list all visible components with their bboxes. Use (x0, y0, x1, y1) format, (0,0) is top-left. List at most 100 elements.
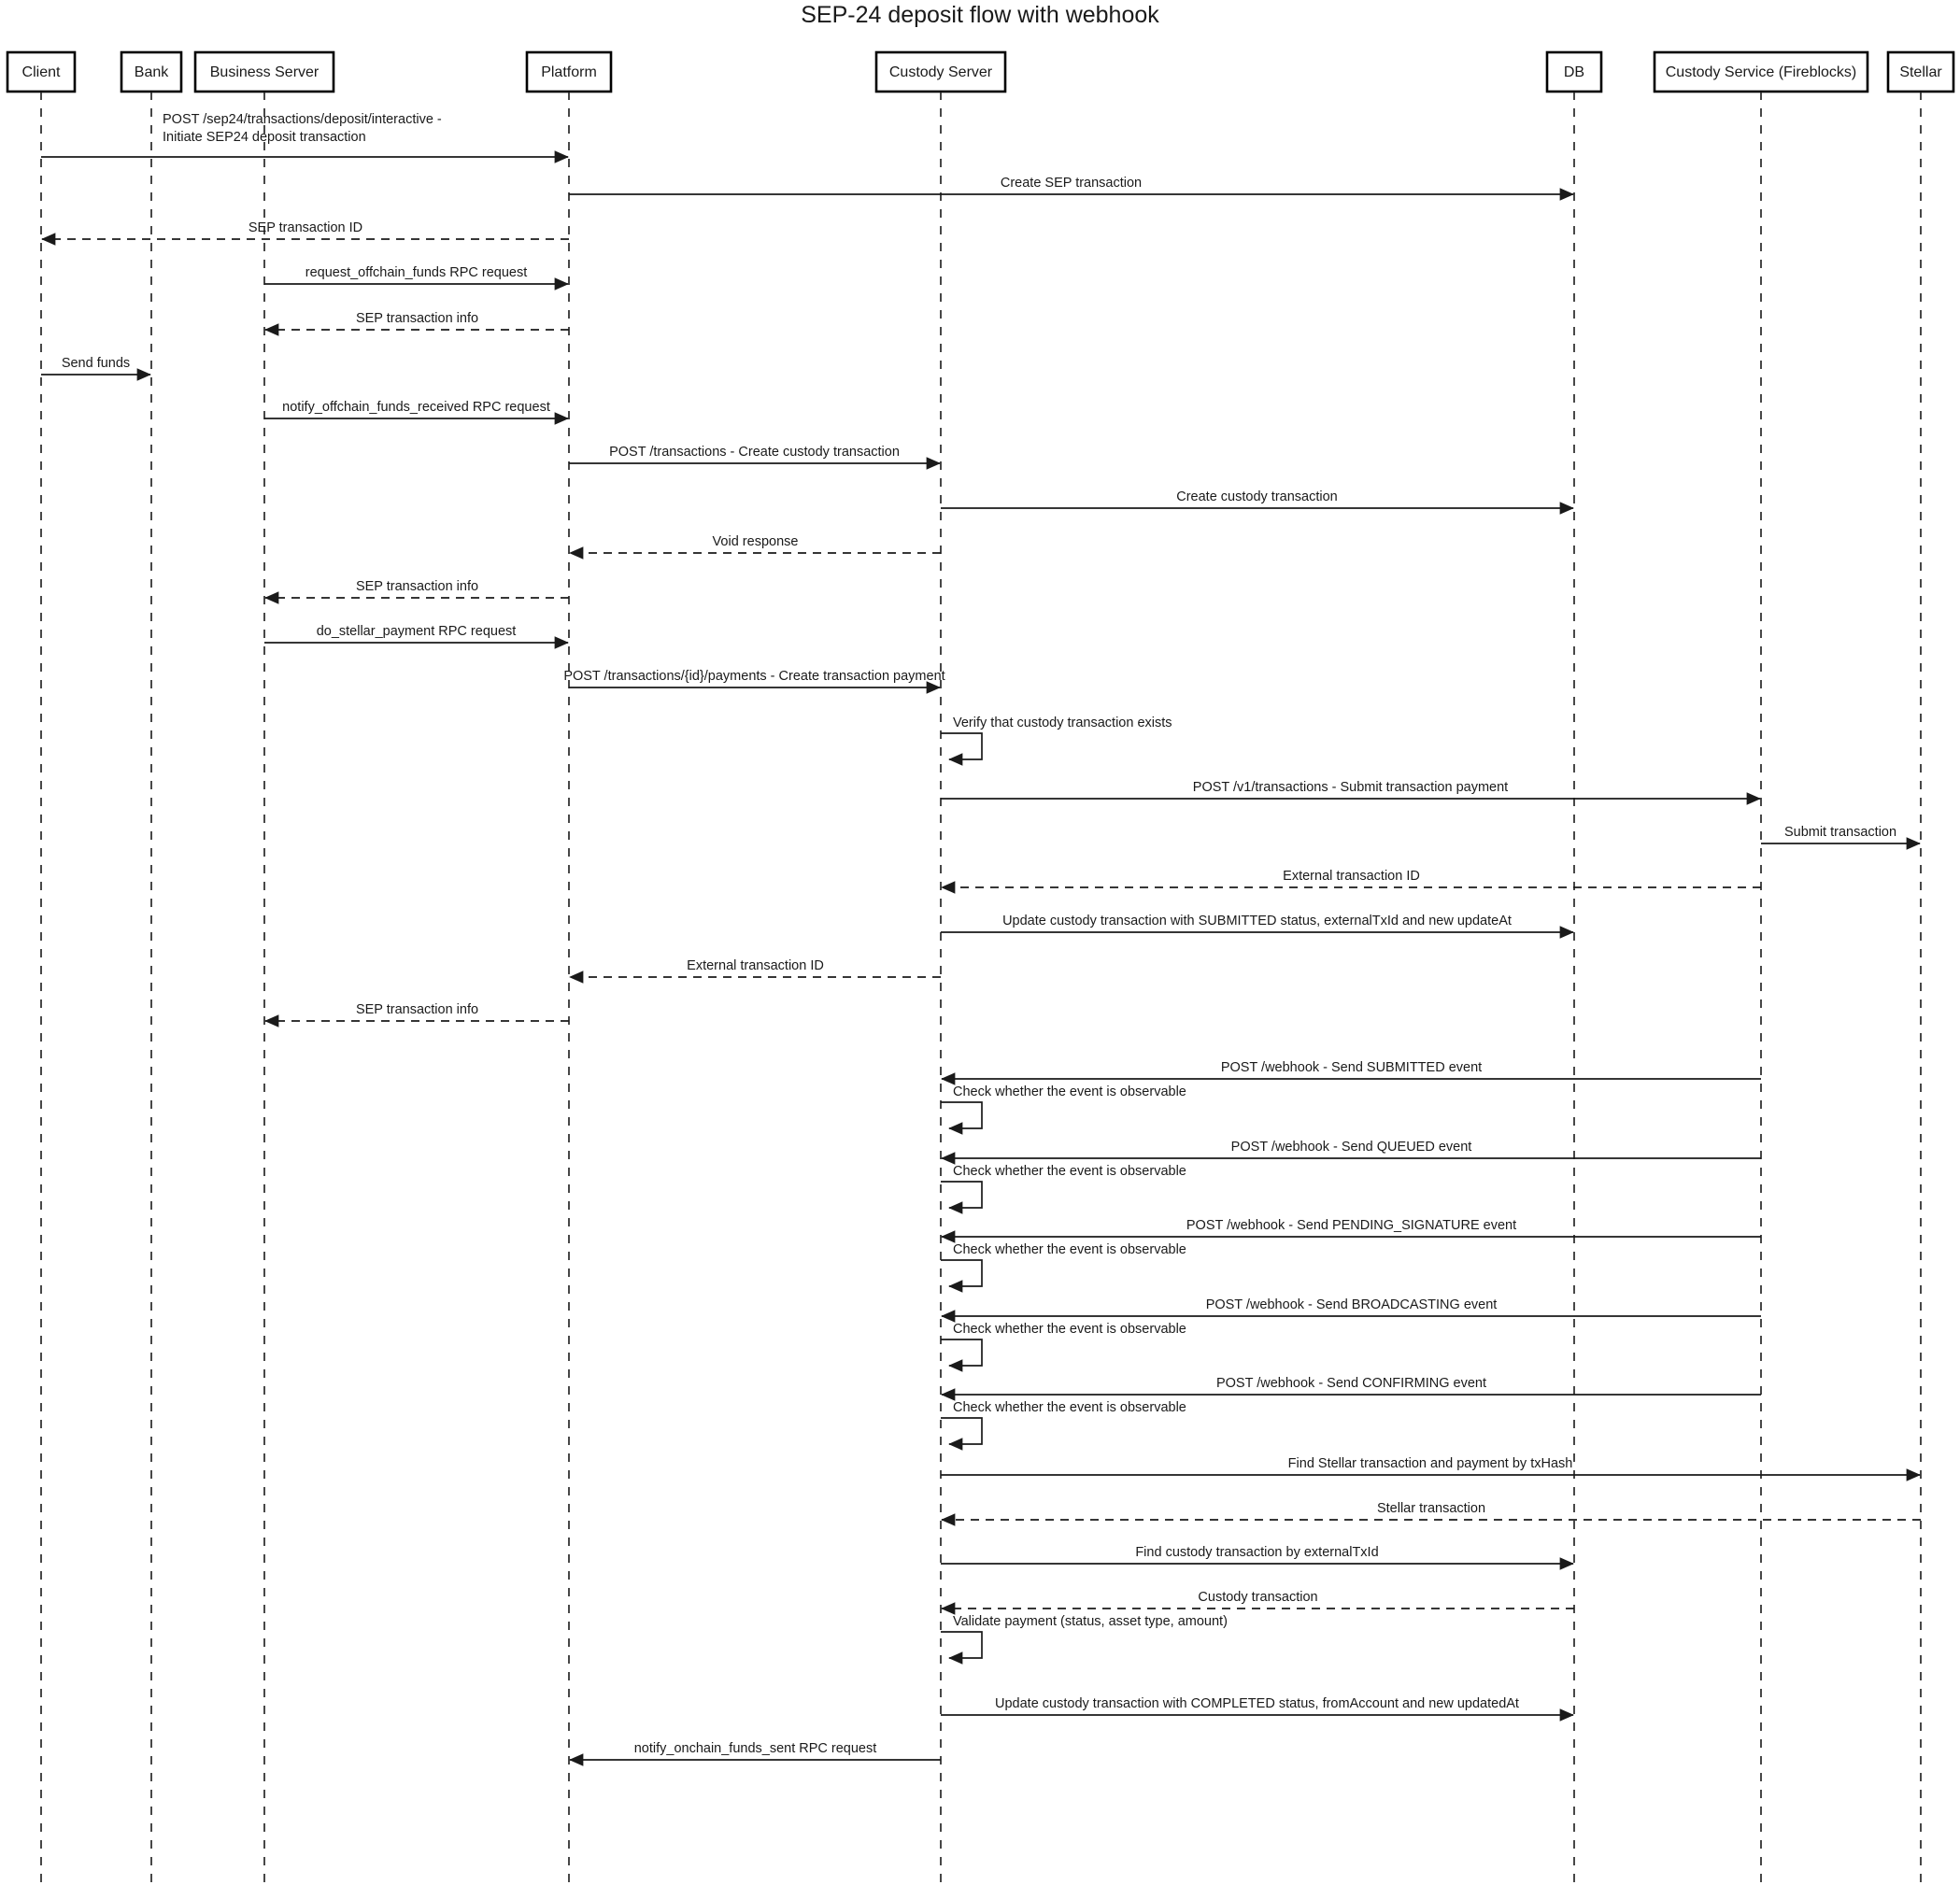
message-label: POST /sep24/transactions/deposit/interac… (163, 112, 442, 127)
self-message-arrow (941, 1181, 983, 1214)
actor-label-platform: Platform (541, 64, 597, 80)
message-label: POST /transactions/{id}/payments - Creat… (563, 669, 944, 684)
sequence-diagram-svg: SEP-24 deposit flow with webhook Client B… (6, 2, 1955, 1885)
actor-label-client: Client (22, 64, 61, 80)
message-m16[interactable]: Submit transaction (1761, 825, 1921, 850)
self-message-arrow (941, 1631, 983, 1665)
message-label: POST /webhook - Send BROADCASTING event (1206, 1297, 1498, 1312)
actor-label-bank: Bank (135, 64, 169, 80)
actor-bank[interactable]: Bank (120, 50, 183, 93)
message-label: Find Stellar transaction and payment by … (1288, 1456, 1573, 1471)
message-label: Stellar transaction (1377, 1501, 1485, 1516)
sequence-diagram-canvas: SEP-24 deposit flow with webhook Client B… (0, 0, 1960, 1885)
message-m15[interactable]: POST /v1/transactions - Submit transacti… (941, 780, 1761, 805)
message-label: Update custody transaction with SUBMITTE… (1002, 914, 1512, 928)
message-m19[interactable]: External transaction ID (569, 958, 941, 984)
message-m13[interactable]: POST /transactions/{id}/payments - Creat… (563, 669, 945, 694)
message-label: Update custody transaction with COMPLETE… (995, 1696, 1519, 1711)
message-label: Find custody transaction by externalTxId (1135, 1545, 1378, 1560)
message-label: Create SEP transaction (1001, 176, 1142, 191)
message-label: Create custody transaction (1176, 489, 1337, 504)
message-m33[interactable]: Find custody transaction by externalTxId (941, 1545, 1574, 1570)
message-m31[interactable]: Find Stellar transaction and payment by … (941, 1456, 1921, 1481)
message-label: POST /webhook - Send QUEUED event (1231, 1140, 1472, 1155)
actor-header-group: Client Bank Business Server Platform Custody… (6, 50, 1955, 93)
message-label: SEP transaction info (356, 1002, 478, 1017)
message-label: notify_offchain_funds_received RPC reque… (282, 400, 550, 415)
message-label-line2: Initiate SEP24 deposit transaction (163, 130, 366, 145)
message-m23[interactable]: POST /webhook - Send QUEUED event (941, 1140, 1761, 1165)
message-label: request_offchain_funds RPC request (305, 265, 528, 280)
message-m32[interactable]: Stellar transaction (941, 1501, 1921, 1526)
message-label: Check whether the event is observable (953, 1084, 1186, 1099)
message-m30[interactable]: Check whether the event is observable (941, 1400, 1186, 1451)
message-m14[interactable]: Verify that custody transaction exists (941, 716, 1172, 766)
message-label: POST /webhook - Send CONFIRMING event (1216, 1376, 1486, 1391)
message-m22[interactable]: Check whether the event is observable (941, 1084, 1186, 1135)
actor-db[interactable]: DB (1545, 50, 1603, 93)
message-label: Send funds (62, 356, 130, 371)
page-title: SEP-24 deposit flow with webhook (801, 2, 1159, 28)
actor-label-fireblocks: Custody Service (Fireblocks) (1666, 64, 1857, 80)
actor-label-custody: Custody Server (889, 64, 993, 80)
message-label: Custody transaction (1198, 1590, 1317, 1605)
message-label: notify_onchain_funds_sent RPC request (634, 1741, 877, 1756)
self-message-arrow (941, 1339, 983, 1372)
message-m35[interactable]: Validate payment (status, asset type, am… (941, 1614, 1228, 1665)
actor-label-stellar: Stellar (1899, 64, 1942, 80)
message-label: External transaction ID (1283, 869, 1420, 884)
message-m26[interactable]: Check whether the event is observable (941, 1242, 1186, 1293)
message-group: POST /sep24/transactions/deposit/interac… (41, 112, 1921, 1766)
message-m7[interactable]: notify_offchain_funds_received RPC reque… (264, 400, 569, 425)
message-label: Check whether the event is observable (953, 1164, 1186, 1179)
message-m36[interactable]: Update custody transaction with COMPLETE… (941, 1696, 1574, 1722)
message-m24[interactable]: Check whether the event is observable (941, 1164, 1186, 1214)
actor-stellar[interactable]: Stellar (1886, 50, 1955, 93)
message-m3[interactable]: SEP transaction ID (41, 220, 569, 246)
message-m18[interactable]: Update custody transaction with SUBMITTE… (941, 914, 1574, 939)
message-m21[interactable]: POST /webhook - Send SUBMITTED event (941, 1060, 1761, 1085)
message-label: POST /transactions - Create custody tran… (609, 445, 900, 460)
message-m20[interactable]: SEP transaction info (264, 1002, 569, 1028)
message-label: Submit transaction (1784, 825, 1896, 840)
self-message-arrow (941, 1101, 983, 1135)
message-m37[interactable]: notify_onchain_funds_sent RPC request (569, 1741, 941, 1766)
self-message-arrow (941, 1417, 983, 1451)
message-m12[interactable]: do_stellar_payment RPC request (264, 624, 569, 649)
message-m11[interactable]: SEP transaction info (264, 579, 569, 604)
actor-label-business: Business Server (210, 64, 320, 80)
message-m2[interactable]: Create SEP transaction (569, 176, 1574, 201)
message-m28[interactable]: Check whether the event is observable (941, 1322, 1186, 1372)
message-m34[interactable]: Custody transaction (941, 1590, 1574, 1615)
message-label: do_stellar_payment RPC request (317, 624, 517, 639)
actor-custody[interactable]: Custody Server (874, 50, 1007, 93)
message-label: POST /webhook - Send SUBMITTED event (1221, 1060, 1482, 1075)
message-m25[interactable]: POST /webhook - Send PENDING_SIGNATURE e… (941, 1218, 1761, 1243)
message-m4[interactable]: request_offchain_funds RPC request (264, 265, 569, 291)
message-label: Validate payment (status, asset type, am… (953, 1614, 1228, 1629)
message-label: Check whether the event is observable (953, 1242, 1186, 1257)
message-label: POST /webhook - Send PENDING_SIGNATURE e… (1186, 1218, 1516, 1233)
message-m5[interactable]: SEP transaction info (264, 311, 569, 336)
actor-business[interactable]: Business Server (193, 50, 335, 93)
message-m29[interactable]: POST /webhook - Send CONFIRMING event (941, 1376, 1761, 1401)
message-label: Check whether the event is observable (953, 1400, 1186, 1415)
message-m1[interactable]: POST /sep24/transactions/deposit/interac… (41, 112, 569, 163)
actor-client[interactable]: Client (6, 50, 77, 93)
message-label: SEP transaction info (356, 311, 478, 326)
actor-label-db: DB (1564, 64, 1584, 80)
actor-fireblocks[interactable]: Custody Service (Fireblocks) (1653, 50, 1869, 93)
message-m9[interactable]: Create custody transaction (941, 489, 1574, 515)
message-label: Void response (713, 534, 799, 549)
message-label: Verify that custody transaction exists (953, 716, 1172, 730)
actor-platform[interactable]: Platform (525, 50, 613, 93)
message-label: External transaction ID (687, 958, 824, 973)
message-label: SEP transaction ID (249, 220, 362, 235)
message-label: Check whether the event is observable (953, 1322, 1186, 1337)
message-label: POST /v1/transactions - Submit transacti… (1193, 780, 1508, 795)
message-m8[interactable]: POST /transactions - Create custody tran… (569, 445, 941, 470)
message-m17[interactable]: External transaction ID (941, 869, 1761, 894)
message-m10[interactable]: Void response (569, 534, 941, 560)
message-m6[interactable]: Send funds (41, 356, 151, 381)
message-m27[interactable]: POST /webhook - Send BROADCASTING event (941, 1297, 1761, 1323)
